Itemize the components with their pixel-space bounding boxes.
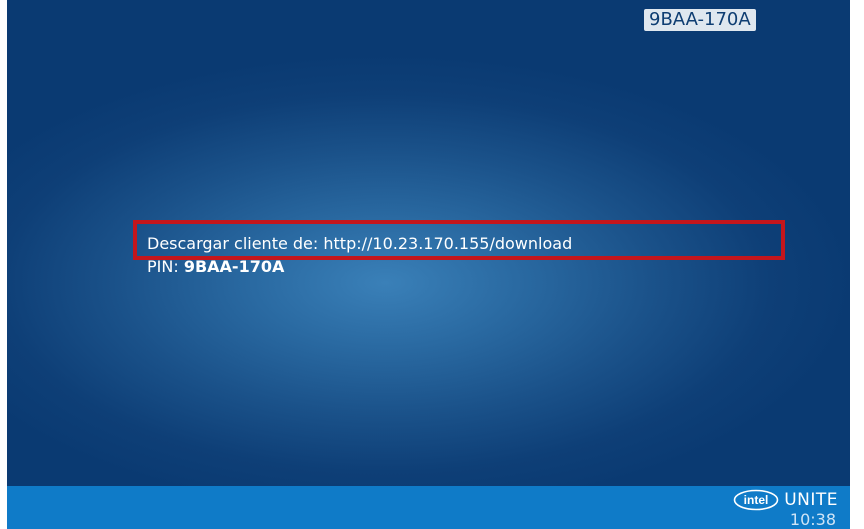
taskbar: intel UNITE 10:38 <box>7 486 850 529</box>
unite-display-screen: 9BAA-170A Descargar cliente de: http://1… <box>7 0 850 529</box>
brand-name: UNITE <box>784 490 838 510</box>
clock: 10:38 <box>789 510 836 529</box>
pin-badge: 9BAA-170A <box>644 9 756 31</box>
intel-logo-graphic: intel <box>733 489 779 511</box>
intel-logo-text: intel <box>744 493 769 507</box>
intel-logo-icon: intel <box>733 489 779 511</box>
highlight-box <box>133 220 785 260</box>
brand: intel UNITE <box>733 489 838 511</box>
